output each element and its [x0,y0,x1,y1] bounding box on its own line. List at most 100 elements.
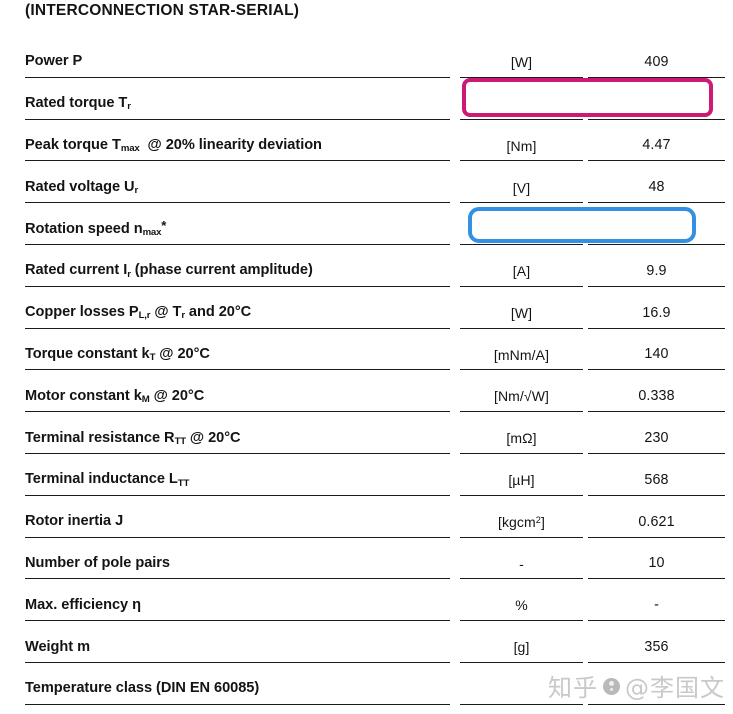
measured-value: 568 [644,471,669,488]
unit-cell: [W] [460,36,583,78]
parameter-label: Rated current Ir (phase current amplitud… [25,262,313,280]
value-cell: 1.39 [588,78,725,120]
value-cell: 140 [588,329,725,371]
parameter-label: Terminal resistance RTT @ 20°C [25,429,241,447]
measured-value: 230 [644,429,669,446]
table-row: Peak torque Tmax @ 20% linearity deviati… [25,120,725,162]
parameter-label: Copper losses PL,r @ Tr and 20°C [25,304,252,322]
unit-cell: [µH] [460,454,583,496]
table-row: Max. efficiency η% - [25,579,725,622]
unit-value: [V] [512,179,531,196]
value-cell: 409 [588,36,725,78]
parameter-label: Terminal inductance LTT [25,471,190,489]
measured-value: 4.47 [642,137,671,154]
value-cell: 0.621 [588,496,725,538]
column-gap [450,454,460,496]
parameter-label-cell: Terminal inductance LTT [25,454,450,496]
parameter-label: Weight m [25,638,91,655]
unit-cell: [mNm/A] [460,329,583,371]
value-cell: 4.47 [588,120,725,162]
column-gap [450,579,460,621]
watermark: 知乎 @李国文 [548,668,725,703]
measured-value: 1.39 [642,95,671,112]
unit-cell: - [460,538,583,580]
table-row: Weight m [g] 356 [25,621,725,663]
measured-value: 356 [644,638,669,655]
measured-value: 48 [648,179,665,196]
parameter-label-cell: Power P [25,36,450,78]
table-row: Number of pole pairs - 10 [25,538,725,580]
parameter-label-cell: Max. efficiency η [25,579,450,622]
unit-cell: [A] [460,245,583,287]
unit-cell: [Nm] [460,78,583,120]
column-gap [450,78,460,120]
column-gap [450,329,460,371]
table-row: Rotation speed nmax* [rpm] 2,810 [25,203,725,245]
unit-value: % [515,597,528,614]
parameter-label: Max. efficiency η [25,596,141,613]
measured-value: 0.621 [638,513,675,530]
motor-datasheet-table-page: (INTERCONNECTION STAR-SERIAL) Power P [W]… [0,0,733,714]
parameter-label-cell: Temperature class (DIN EN 60085) [25,663,450,705]
unit-cell: [mΩ] [460,412,583,454]
measured-value: - [654,597,659,614]
measured-value: 0.338 [638,388,675,405]
column-gap [450,412,460,454]
parameter-label-cell: Motor constant kM @ 20°C [25,370,450,413]
column-gap [450,621,460,663]
unit-cell: [V] [460,161,583,204]
unit-value: [rpm] [505,221,538,238]
table-row: Rated voltage Ur [V] 48 [25,161,725,204]
measured-value: 409 [644,53,669,70]
value-cell: 568 [588,454,725,496]
value-cell: 48 [588,161,725,204]
measured-value: 140 [644,346,669,363]
table-row: Terminal resistance RTT @ 20°C [mΩ] 230 [25,412,725,454]
parameter-label-cell: Rated torque Tr [25,78,450,120]
table-row: Rated torque Tr [Nm] 1.39 [25,78,725,120]
column-gap [450,496,460,538]
value-cell: 356 [588,621,725,663]
watermark-site: 知乎 [548,674,598,702]
unit-value: [W] [510,54,533,71]
parameter-label-cell: Number of pole pairs [25,538,450,580]
column-gap [450,120,460,162]
table-row: Motor constant kM @ 20°C [Nm/√W] 0.338 [25,370,725,413]
column-gap [450,663,460,705]
column-gap [450,370,460,412]
unit-value: [Nm] [506,95,537,112]
parameter-label: Power P [25,53,83,70]
parameter-label: Torque constant kT @ 20°C [25,346,210,364]
watermark-author: @李国文 [625,674,725,702]
column-gap [450,36,460,78]
parameter-label-cell: Peak torque Tmax @ 20% linearity deviati… [25,120,450,162]
parameter-label-cell: Rotation speed nmax* [25,203,450,245]
unit-cell: [Nm/√W] [460,370,583,413]
unit-value: [W] [510,304,533,321]
value-cell: 230 [588,412,725,454]
parameter-label: Number of pole pairs [25,555,170,572]
value-cell: 0.338 [588,370,725,413]
parameter-label-cell: Weight m [25,621,450,663]
measured-value: 10 [648,555,665,572]
unit-cell: [kgcm2] [460,496,583,538]
value-cell: 9.9 [588,245,725,287]
parameter-label-cell: Rated voltage Ur [25,161,450,204]
unit-value: [kgcm2] [497,513,546,530]
column-gap [450,203,460,245]
parameter-label: Rated torque Tr [25,95,131,113]
page-title: (INTERCONNECTION STAR-SERIAL) [25,2,300,19]
value-cell: 16.9 [588,287,725,329]
unit-cell: % [460,579,583,622]
parameter-label: Rotor inertia J [25,513,124,530]
unit-value: [Nm] [506,137,537,154]
table-row: Rated current Ir (phase current amplitud… [25,245,725,287]
measured-value: 16.9 [642,304,671,321]
unit-cell: [Nm] [460,120,583,162]
column-gap [450,161,460,203]
unit-cell: [g] [460,621,583,663]
watermark-avatar-icon [603,678,620,695]
unit-value: [g] [513,639,530,656]
value-cell: 10 [588,538,725,580]
value-cell: - [588,579,725,622]
